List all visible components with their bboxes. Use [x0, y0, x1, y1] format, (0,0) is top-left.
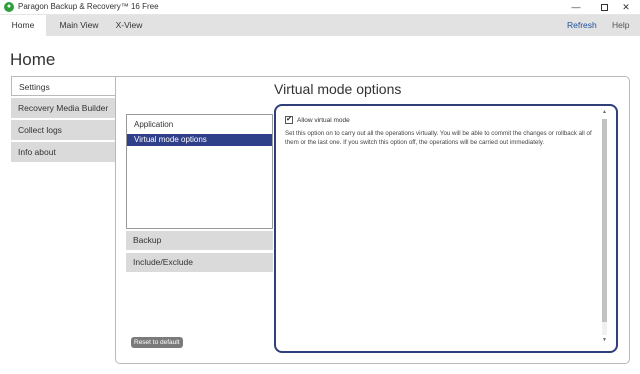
section-title: Virtual mode options [274, 81, 402, 97]
virtual-mode-options-panel: ✔ Allow virtual mode Set this option on … [274, 104, 618, 353]
tab-main-view[interactable]: Main View [50, 15, 108, 36]
category-item-virtual-mode-options[interactable]: Virtual mode options [127, 134, 272, 146]
scroll-down-arrow-icon[interactable]: ▼ [600, 336, 609, 345]
title-bar: ● Paragon Backup & Recovery™ 16 Free — ✕ [0, 0, 640, 15]
allow-virtual-mode-checkbox[interactable]: ✔ [285, 116, 293, 124]
help-link[interactable]: Help [612, 15, 629, 36]
minimize-button[interactable]: — [562, 0, 590, 15]
menu-bar: Home Main View X-View Refresh Help [0, 15, 640, 36]
allow-virtual-mode-label: Allow virtual mode [297, 116, 350, 124]
maximize-icon [600, 4, 608, 12]
sidebar-item-collect-logs[interactable]: Collect logs [11, 120, 115, 140]
scroll-thumb[interactable] [602, 119, 607, 322]
window-title: Paragon Backup & Recovery™ 16 Free [18, 2, 159, 11]
scroll-up-arrow-icon[interactable]: ▲ [600, 108, 609, 117]
group-backup[interactable]: Backup [126, 231, 273, 250]
refresh-link[interactable]: Refresh [567, 15, 597, 36]
sidebar-item-recovery-media-builder[interactable]: Recovery Media Builder [11, 98, 115, 118]
page-title: Home [10, 50, 56, 69]
tab-x-view[interactable]: X-View [112, 15, 146, 36]
allow-virtual-mode-row[interactable]: ✔ Allow virtual mode [285, 116, 350, 124]
paragon-logo-icon: ● [4, 2, 14, 12]
close-button[interactable]: ✕ [612, 0, 640, 15]
virtual-mode-description: Set this option on to carry out all the … [285, 130, 592, 146]
category-item-application[interactable]: Application [127, 119, 272, 131]
sidebar-item-info-about[interactable]: Info about [11, 142, 115, 162]
settings-category-list: Application Virtual mode options [126, 114, 273, 229]
sidebar: Settings Recovery Media Builder Collect … [11, 76, 115, 164]
reset-to-default-button[interactable]: Reset to default [131, 337, 183, 348]
vertical-scrollbar[interactable]: ▲ ▼ [600, 108, 609, 346]
tab-home[interactable]: Home [0, 15, 46, 36]
group-include-exclude[interactable]: Include/Exclude [126, 253, 273, 272]
sidebar-item-settings[interactable]: Settings [11, 76, 115, 96]
